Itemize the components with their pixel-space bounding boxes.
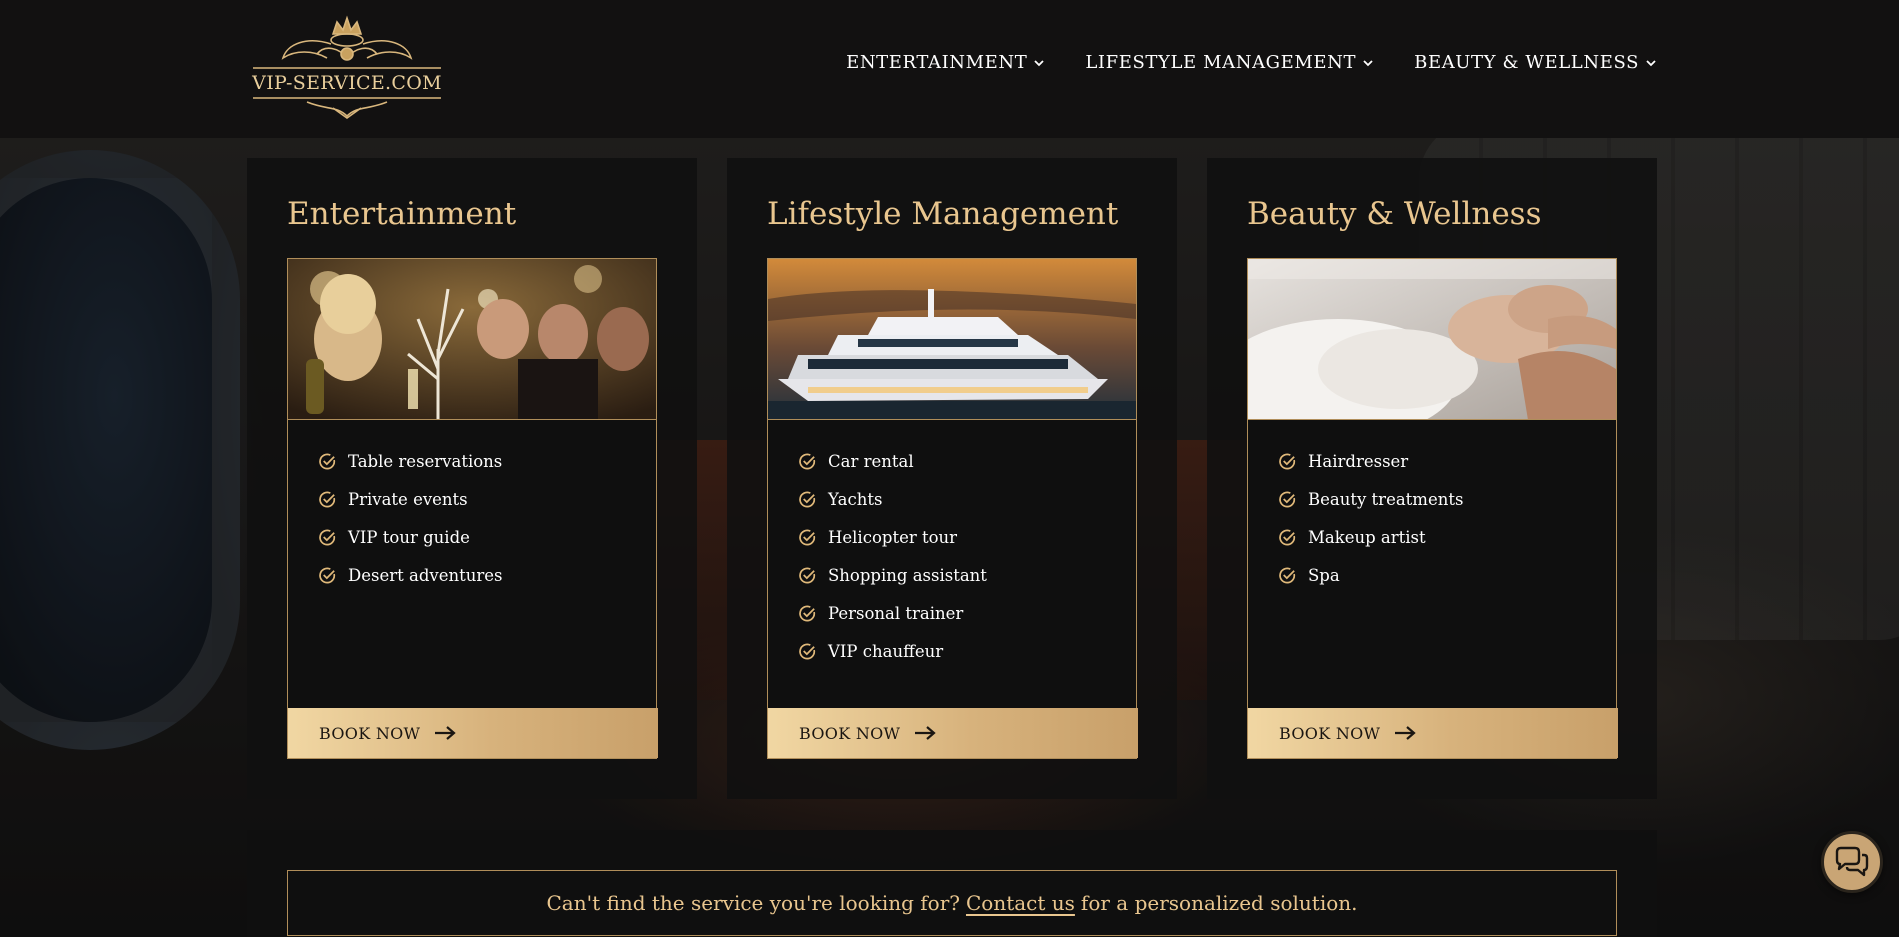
book-now-button[interactable]: BOOK NOW (1248, 708, 1618, 758)
list-item-label: VIP tour guide (348, 527, 470, 547)
nav-label: BEAUTY & WELLNESS (1414, 52, 1639, 73)
list-item: Hairdresser (1278, 442, 1463, 480)
check-circle-icon (1279, 491, 1296, 507)
card-body: Hairdresser Beauty treatments Makeup art… (1247, 258, 1618, 759)
check-circle-icon (319, 567, 336, 583)
check-circle-icon (319, 529, 336, 545)
list-item: Yachts (798, 480, 987, 518)
nav-item-beauty-wellness[interactable]: BEAUTY & WELLNESS (1414, 52, 1657, 73)
list-item: VIP chauffeur (798, 632, 987, 670)
list-item-label: Personal trainer (828, 603, 964, 623)
check-circle-icon (799, 567, 816, 583)
book-now-button[interactable]: BOOK NOW (768, 708, 1138, 758)
contact-text-after: for a personalized solution. (1080, 891, 1358, 915)
list-item-label: Makeup artist (1308, 527, 1426, 547)
list-item-label: Spa (1308, 565, 1340, 585)
arrow-right-icon (915, 726, 936, 740)
list-item-label: Desert adventures (348, 565, 503, 585)
list-item-label: Shopping assistant (828, 565, 987, 585)
service-card-lifestyle-management: Lifestyle Management Car rental Yachts H… (727, 158, 1177, 799)
list-item: Private events (318, 480, 502, 518)
list-item: Car rental (798, 442, 987, 480)
logo[interactable]: VIP-SERVICE.COM (247, 14, 447, 120)
list-item-label: Yachts (828, 489, 883, 509)
list-item-label: Helicopter tour (828, 527, 958, 547)
service-list: Table reservations Private events VIP to… (318, 442, 502, 594)
book-now-button[interactable]: BOOK NOW (288, 708, 658, 758)
list-item-label: Table reservations (348, 451, 503, 471)
list-item: Makeup artist (1278, 518, 1463, 556)
check-circle-icon (799, 491, 816, 507)
list-item: Table reservations (318, 442, 502, 480)
check-circle-icon (1279, 529, 1296, 545)
site-header: VIP-SERVICE.COM ENTERTAINMENT LIFESTYLE … (0, 0, 1899, 138)
check-circle-icon (799, 643, 816, 659)
contact-us-link[interactable]: Contact us (966, 891, 1075, 915)
crown-ornament-icon (253, 15, 441, 119)
check-circle-icon (799, 453, 816, 469)
nav-item-entertainment[interactable]: ENTERTAINMENT (846, 52, 1045, 73)
check-circle-icon (799, 605, 816, 621)
chat-bubbles-icon (1835, 846, 1869, 877)
service-list: Hairdresser Beauty treatments Makeup art… (1278, 442, 1463, 594)
check-circle-icon (319, 491, 336, 507)
service-card-beauty-wellness: Beauty & Wellness Hairdresser Beauty tre… (1207, 158, 1657, 799)
list-item: Helicopter tour (798, 518, 987, 556)
logo-text: VIP-SERVICE.COM (252, 72, 442, 94)
chevron-down-icon (1363, 59, 1373, 66)
list-item: VIP tour guide (318, 518, 502, 556)
contact-panel: Can't find the service you're looking fo… (247, 830, 1657, 937)
nav-item-lifestyle-management[interactable]: LIFESTYLE MANAGEMENT (1085, 52, 1374, 73)
list-item: Desert adventures (318, 556, 502, 594)
contact-text-before: Can't find the service you're looking fo… (546, 891, 960, 915)
list-item-label: VIP chauffeur (828, 641, 944, 661)
service-list: Car rental Yachts Helicopter tour Shoppi… (798, 442, 987, 670)
arrow-right-icon (435, 726, 456, 740)
chevron-down-icon (1646, 59, 1656, 66)
card-title: Entertainment (287, 196, 517, 232)
card-body: Table reservations Private events VIP to… (287, 258, 658, 759)
list-item: Shopping assistant (798, 556, 987, 594)
list-item: Personal trainer (798, 594, 987, 632)
card-title: Beauty & Wellness (1247, 196, 1542, 232)
card-title: Lifestyle Management (767, 196, 1119, 232)
nav-label: LIFESTYLE MANAGEMENT (1085, 52, 1357, 73)
list-item-label: Car rental (828, 451, 914, 471)
card-image-yacht (768, 259, 1136, 420)
chat-widget-button[interactable] (1821, 831, 1883, 893)
list-item-label: Private events (348, 489, 468, 509)
check-circle-icon (1279, 453, 1296, 469)
nav-label: ENTERTAINMENT (846, 52, 1028, 73)
card-body: Car rental Yachts Helicopter tour Shoppi… (767, 258, 1138, 759)
card-image-spa (1248, 259, 1616, 420)
check-circle-icon (1279, 567, 1296, 583)
list-item-label: Beauty treatments (1308, 489, 1464, 509)
list-item: Spa (1278, 556, 1463, 594)
list-item-label: Hairdresser (1308, 451, 1409, 471)
chevron-down-icon (1034, 59, 1045, 66)
book-now-label: BOOK NOW (799, 723, 901, 743)
book-now-label: BOOK NOW (1279, 723, 1381, 743)
book-now-label: BOOK NOW (319, 723, 421, 743)
service-card-entertainment: Entertainment Table reservations Private… (247, 158, 697, 799)
contact-box: Can't find the service you're looking fo… (287, 870, 1617, 936)
main-nav: ENTERTAINMENT LIFESTYLE MANAGEMENT BEAUT… (846, 52, 1657, 73)
card-image-celebration (288, 259, 656, 420)
list-item: Beauty treatments (1278, 480, 1463, 518)
check-circle-icon (319, 453, 336, 469)
check-circle-icon (799, 529, 816, 545)
arrow-right-icon (1395, 726, 1416, 740)
